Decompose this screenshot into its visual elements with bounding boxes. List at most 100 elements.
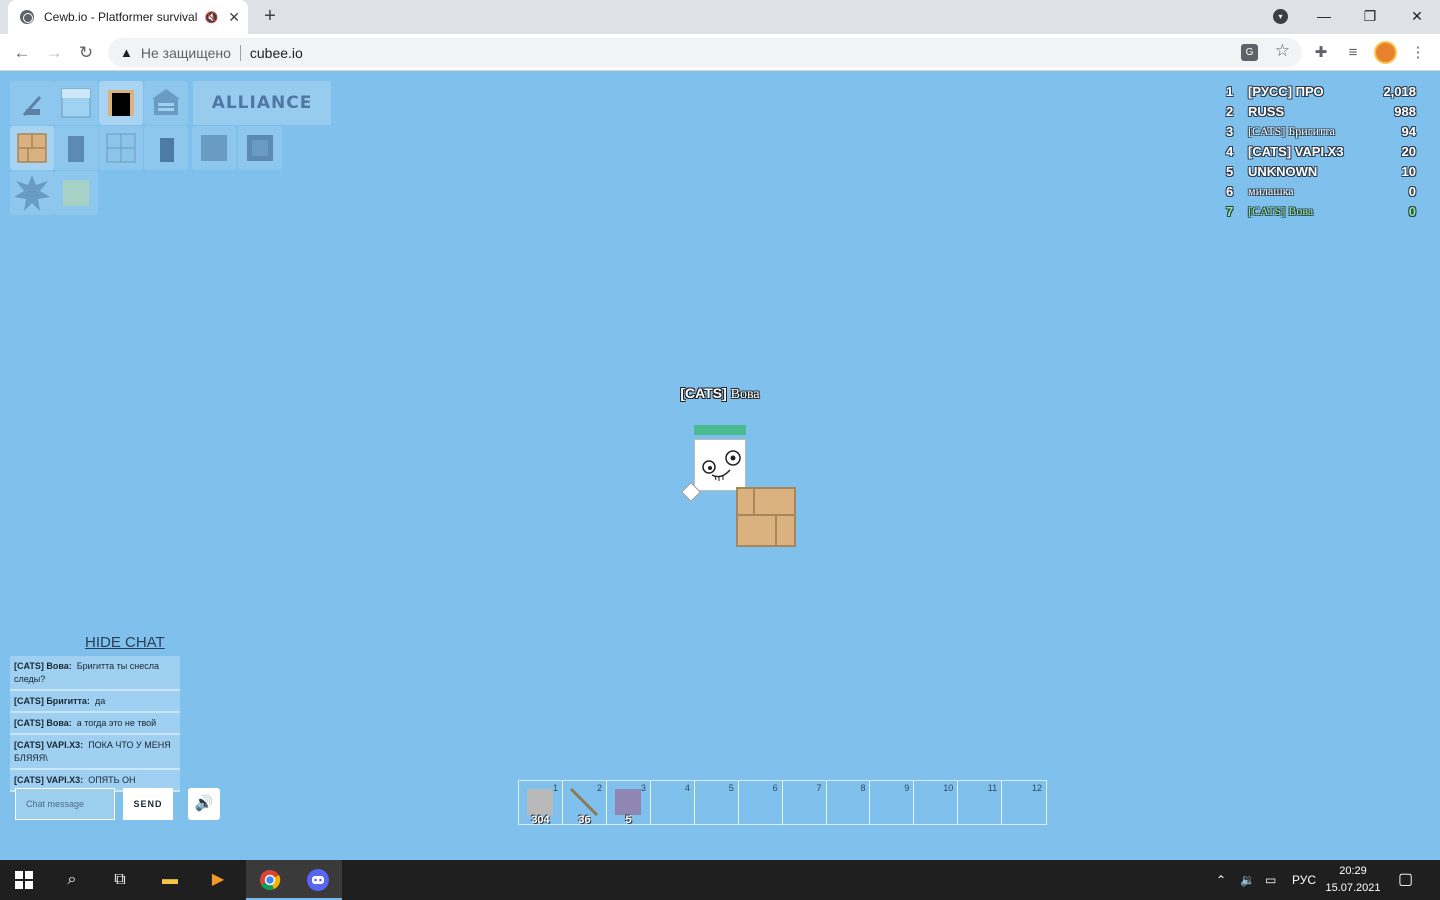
extensions-icon[interactable]: ✚ <box>1310 42 1332 64</box>
reload-icon[interactable]: ↻ <box>74 41 98 65</box>
hotbar-slot[interactable]: 7 <box>783 781 827 824</box>
leaderboard-row: 1 [РУСС] ПРО 2,018 <box>1222 81 1422 101</box>
hotbar-slot-number: 11 <box>987 783 998 793</box>
tab-search-icon[interactable]: ▾ <box>1273 9 1288 24</box>
chat-input[interactable]: Chat message <box>15 788 115 820</box>
task-view-icon[interactable]: ⧉ <box>96 860 144 900</box>
hotbar-slot[interactable]: 5 <box>695 781 739 824</box>
globe-icon <box>20 10 34 24</box>
reinforced-block-icon <box>247 135 273 161</box>
leaderboard-score: 10 <box>1401 163 1416 179</box>
close-window-button[interactable]: ✕ <box>1394 0 1440 34</box>
game-canvas[interactable]: ALLIANCE 1 [РУСС] ПРО 2,018 2 RUSS 988 3 [CATS]… <box>0 71 1440 860</box>
network-icon[interactable]: ▭ <box>1265 860 1276 900</box>
warning-icon[interactable]: ▲ <box>120 45 133 60</box>
alliance-button[interactable]: ALLIANCE <box>193 81 331 125</box>
volume-icon[interactable]: 🔉 <box>1240 860 1255 900</box>
chat-author: [CATS] VAPI.X3: <box>14 740 84 750</box>
discord-taskbar-icon[interactable] <box>294 860 342 900</box>
speaker-muted-icon[interactable]: 🔇 <box>205 11 219 24</box>
hotbar-slot-number: 9 <box>904 783 910 793</box>
build-slot-pillar[interactable] <box>54 126 98 170</box>
build-slot-house[interactable] <box>144 81 188 125</box>
menu-icon[interactable]: ⋮ <box>1407 42 1429 64</box>
leaderboard-rank: 4 <box>1226 143 1234 159</box>
chat-message: [CATS] VAPI.X3: ПОКА ЧТО У МЕНЯ БЛЯЯЯ\ <box>10 735 180 770</box>
chat-author: [CATS] Вова: <box>14 661 72 671</box>
leaderboard-score: 0 <box>1408 183 1416 199</box>
hotbar-slot[interactable]: 10 <box>914 781 959 824</box>
clock[interactable]: 20:29 15.07.2021 <box>1322 863 1384 897</box>
build-slot-reinforced-block[interactable] <box>238 126 282 170</box>
leaderboard-row: 6 милашка 0 <box>1222 181 1422 201</box>
hotbar-slot[interactable]: 2 36 <box>563 781 607 826</box>
browser-toolbar: ← → ↻ ▲ Не защищено cubee.io G ☆ ✚ ≡ ⋮ <box>0 34 1440 71</box>
address-bar[interactable]: ▲ Не защищено cubee.io G ☆ <box>108 38 1302 67</box>
sound-toggle-icon[interactable]: 🔊 <box>188 788 220 820</box>
build-slot-wood-block[interactable] <box>10 126 54 170</box>
hotbar-slot[interactable]: 1 304 <box>519 781 563 826</box>
chat-log: [CATS] Вова: Бригитта ты снесла следы? [C… <box>10 656 180 792</box>
hotbar-slot[interactable]: 6 <box>739 781 783 824</box>
tray-chevron-icon[interactable]: ⌃ <box>1216 860 1226 900</box>
profile-avatar[interactable] <box>1374 41 1397 64</box>
hotbar-slot[interactable]: 4 <box>651 781 695 824</box>
wood-block-placed[interactable] <box>736 487 796 547</box>
start-windows-icon[interactable] <box>0 860 48 900</box>
translate-icon[interactable]: G <box>1241 44 1258 61</box>
leaderboard-row: 2 RUSS 988 <box>1222 101 1422 121</box>
hide-chat-link[interactable]: HIDE CHAT <box>85 634 165 651</box>
player-health-bar <box>694 425 746 435</box>
leaderboard-row: 3 [CATS] Бригитта 94 <box>1222 121 1422 141</box>
build-slot-column[interactable] <box>144 126 188 170</box>
security-label[interactable]: Не защищено <box>141 45 231 61</box>
search-icon[interactable]: ⌕ <box>48 860 96 900</box>
file-explorer-icon[interactable]: ▬ <box>146 860 194 900</box>
build-slot-window[interactable] <box>99 126 143 170</box>
hotbar-item-count: 36 <box>578 814 591 826</box>
restore-button[interactable]: ❐ <box>1347 0 1393 34</box>
windows-taskbar: ⌕ ⧉ ▬ ▶ ⌃ 🔉 ▭ РУС 20:29 15.07.2021 ▢ <box>0 860 1440 900</box>
send-button[interactable]: SEND <box>123 788 173 820</box>
hotbar: 1 304 2 36 3 5 4 5 6 7 8 9 10 11 12 <box>518 780 1047 826</box>
leaderboard-name: милашка <box>1248 183 1294 198</box>
browser-tab[interactable]: Cewb.io - Platformer survival 🔇 ✕ <box>8 0 248 34</box>
url-text[interactable]: cubee.io <box>250 45 303 61</box>
bookmark-star-icon[interactable]: ☆ <box>1275 41 1290 61</box>
close-tab-icon[interactable]: ✕ <box>228 9 240 26</box>
reading-list-icon[interactable]: ≡ <box>1342 42 1364 64</box>
build-slot-pickaxe[interactable] <box>10 81 54 125</box>
hotbar-slot[interactable]: 11 <box>958 781 1003 824</box>
hotbar-slot[interactable]: 35 <box>607 781 651 826</box>
hotbar-slot[interactable]: 9 <box>870 781 915 824</box>
forward-icon[interactable]: → <box>42 41 66 65</box>
build-slot-dark-block[interactable] <box>192 126 236 170</box>
notifications-icon[interactable]: ▢ <box>1398 860 1413 900</box>
hotbar-slot-number: 4 <box>684 783 690 793</box>
chat-text: ОПЯТЬ ОН <box>88 775 136 785</box>
build-slot-door[interactable] <box>99 81 143 125</box>
chrome-taskbar-icon[interactable] <box>246 860 294 900</box>
new-tab-button[interactable]: + <box>260 4 280 28</box>
hotbar-slot-number: 3 <box>640 783 646 793</box>
hotbar-slot[interactable]: 12 <box>1002 781 1046 824</box>
clock-time: 20:29 <box>1339 865 1367 877</box>
window-grid-icon <box>106 133 136 163</box>
build-slot-glass[interactable] <box>54 81 98 125</box>
minimize-button[interactable]: — <box>1301 0 1347 34</box>
media-player-icon[interactable]: ▶ <box>194 860 242 900</box>
hotbar-slot-number: 6 <box>772 783 778 793</box>
build-slot-spike[interactable] <box>10 171 54 215</box>
hotbar-slot-number: 10 <box>943 783 954 793</box>
divider <box>239 44 241 61</box>
hotbar-slot[interactable]: 8 <box>827 781 871 824</box>
hotbar-item-count: 304 <box>531 814 550 826</box>
player-character <box>694 439 746 491</box>
build-slot-green-block[interactable] <box>54 171 98 215</box>
language-indicator[interactable]: РУС <box>1292 860 1316 900</box>
leaderboard-score: 2,018 <box>1383 83 1416 99</box>
hotbar-slot-number: 5 <box>728 783 734 793</box>
glass-block-icon <box>61 88 91 118</box>
hotbar-slot-number: 1 <box>552 783 558 793</box>
back-icon[interactable]: ← <box>10 41 34 65</box>
